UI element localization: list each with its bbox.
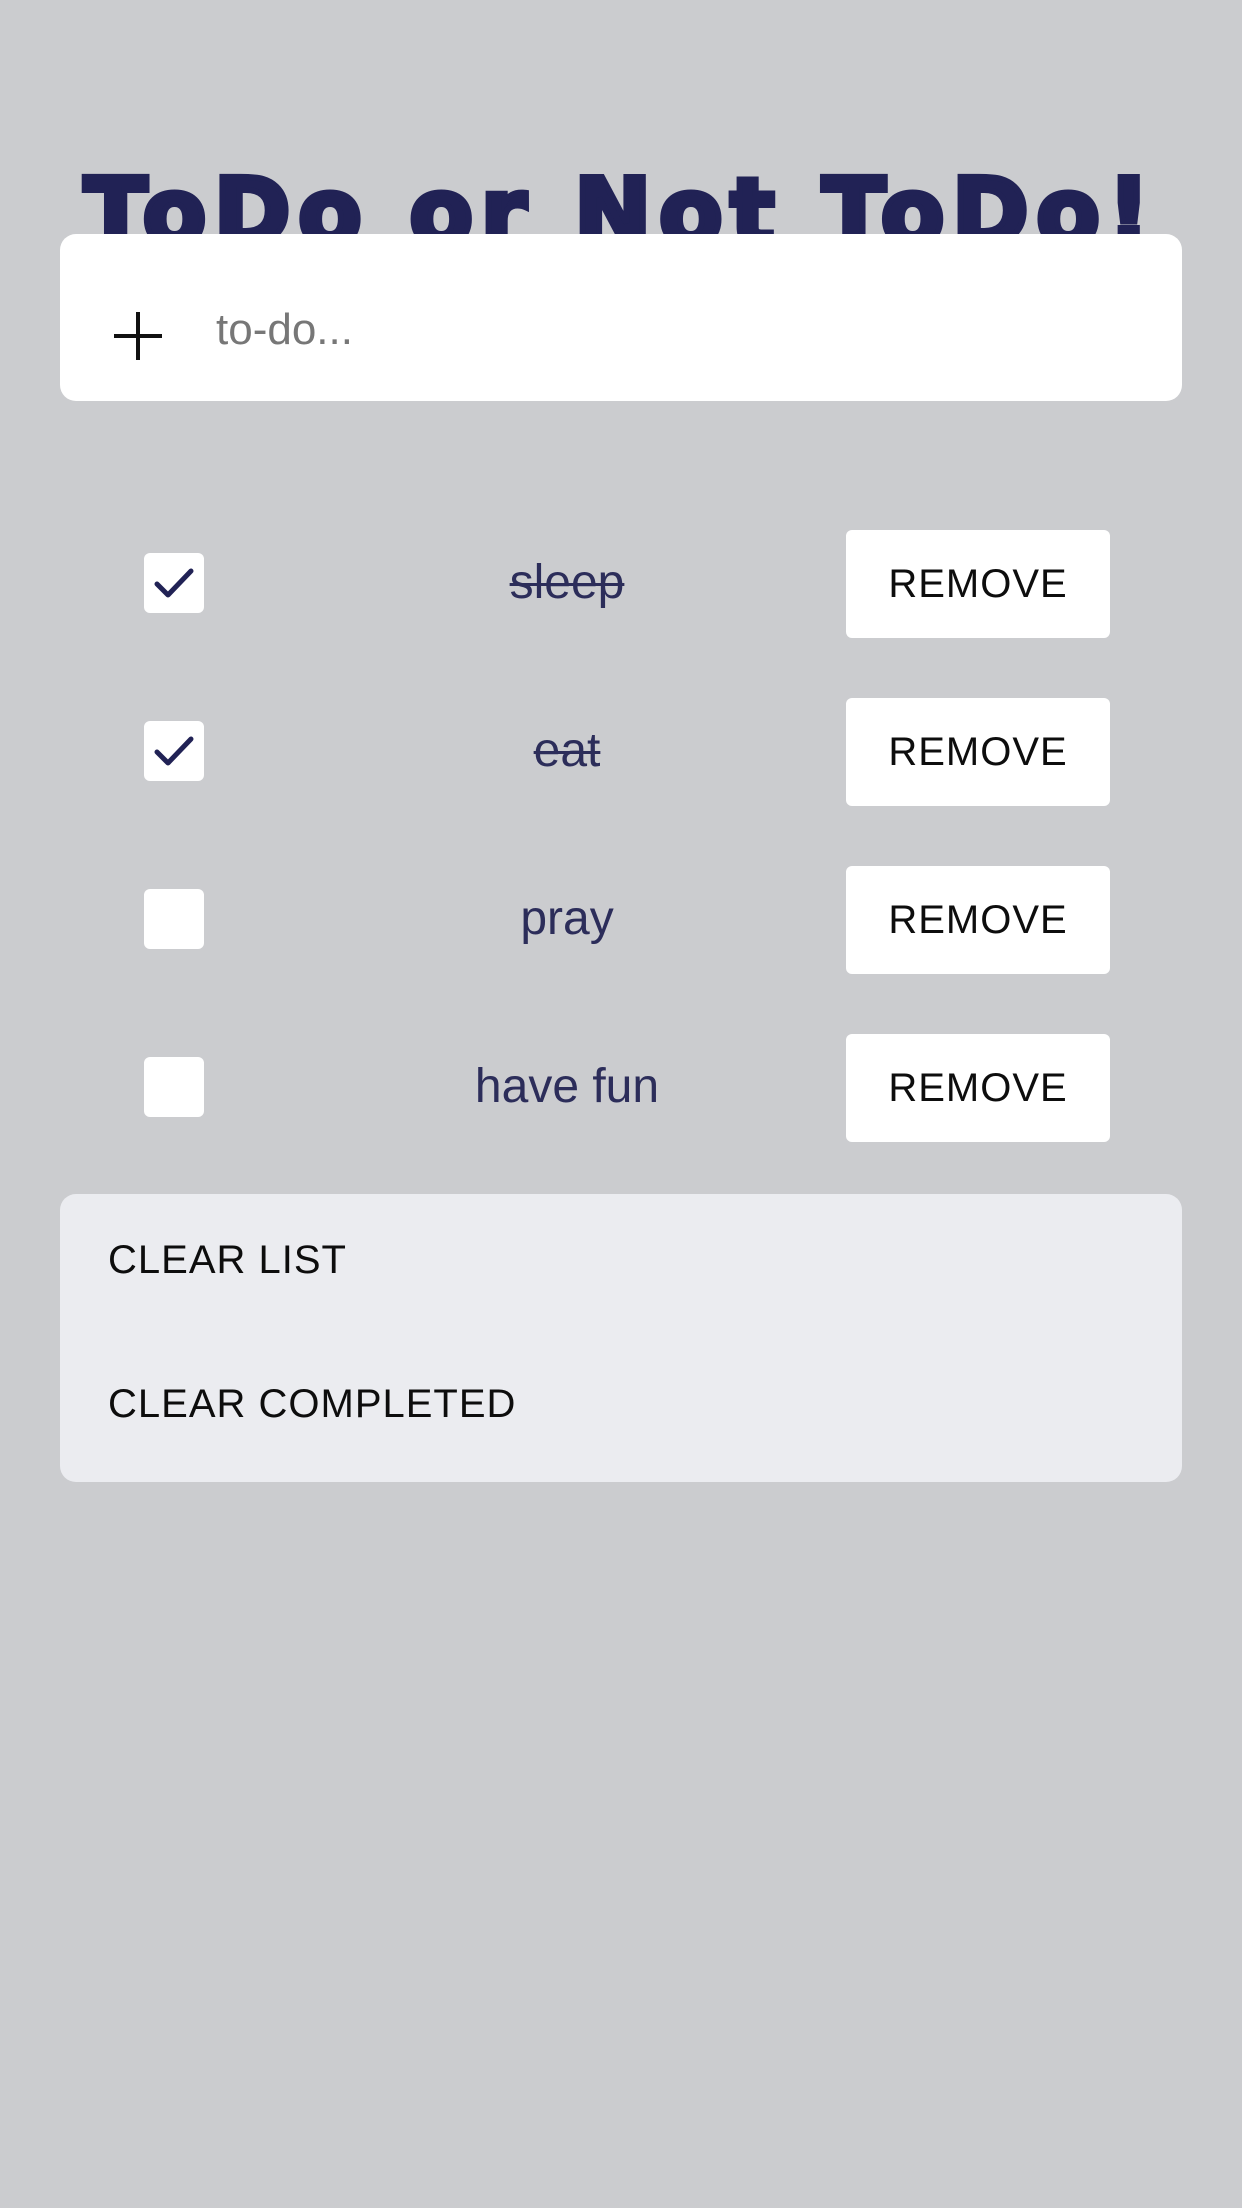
checkmark-icon — [154, 736, 194, 766]
list-actions-card: CLEAR LIST CLEAR COMPLETED — [60, 1194, 1182, 1482]
remove-button[interactable]: REMOVE — [846, 866, 1110, 974]
remove-button[interactable]: REMOVE — [846, 1034, 1110, 1142]
todo-item: have fun REMOVE — [0, 1034, 1242, 1142]
todo-checkbox[interactable] — [144, 721, 204, 781]
remove-button[interactable]: REMOVE — [846, 698, 1110, 806]
clear-completed-button[interactable]: CLEAR COMPLETED — [108, 1382, 516, 1427]
todo-text: pray — [520, 892, 614, 945]
remove-button[interactable]: REMOVE — [846, 530, 1110, 638]
todo-text: have fun — [474, 1060, 660, 1113]
checkmark-icon — [154, 568, 194, 598]
todo-input[interactable] — [216, 290, 1116, 370]
todo-checkbox[interactable] — [144, 1057, 204, 1117]
todo-item: pray REMOVE — [0, 866, 1242, 974]
plus-icon[interactable] — [114, 312, 162, 360]
todo-checkbox[interactable] — [144, 889, 204, 949]
clear-list-button[interactable]: CLEAR LIST — [108, 1238, 347, 1283]
todo-item: sleep REMOVE — [0, 530, 1242, 638]
todo-item: eat REMOVE — [0, 698, 1242, 806]
todo-checkbox[interactable] — [144, 553, 204, 613]
todo-text: eat — [533, 724, 601, 777]
todo-text: sleep — [509, 556, 625, 609]
